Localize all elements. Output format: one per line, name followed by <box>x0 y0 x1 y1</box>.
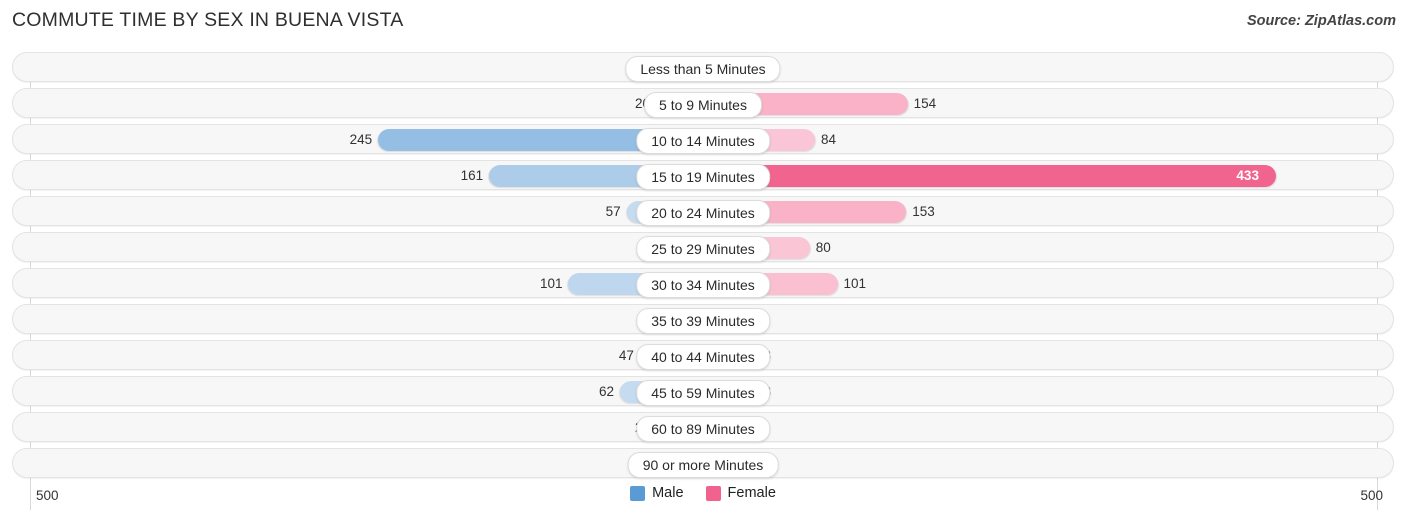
row-track: 20 154 5 to 9 Minutes <box>13 89 1393 118</box>
page-title: COMMUTE TIME BY SEX IN BUENA VISTA <box>12 9 404 31</box>
female-value: 153 <box>912 204 935 219</box>
row-track: 623345 to 59 Minutes <box>13 377 1393 406</box>
row-track: 08025 to 29 Minutes <box>13 233 1393 262</box>
table-row[interactable]: 0035 to 39 Minutes <box>12 304 1394 334</box>
row-track: 245 84 10 to 14 Minutes <box>13 125 1393 154</box>
source-attribution: Source: ZipAtlas.com <box>1246 13 1396 29</box>
category-label: Less than 5 Minutes <box>625 56 781 82</box>
row-track: 472340 to 44 Minutes <box>13 341 1393 370</box>
category-label: 25 to 29 Minutes <box>636 236 770 262</box>
male-value: 245 <box>349 132 373 147</box>
female-value: 101 <box>843 276 867 291</box>
table-row[interactable]: 245 84 10 to 14 Minutes <box>12 124 1394 154</box>
row-track: 57 153 20 to 24 Minutes <box>13 197 1393 226</box>
category-label: 40 to 44 Minutes <box>636 344 770 370</box>
legend-swatch-icon <box>630 485 646 501</box>
table-row[interactable]: 20 154 5 to 9 Minutes <box>12 88 1394 118</box>
female-value: 80 <box>815 240 831 255</box>
table-row[interactable]: 57 153 20 to 24 Minutes <box>12 196 1394 226</box>
table-row[interactable]: 101 101 30 to 34 Minutes <box>12 268 1394 298</box>
category-label: 20 to 24 Minutes <box>636 200 770 226</box>
category-label: 5 to 9 Minutes <box>644 92 762 118</box>
row-track: 101 101 30 to 34 Minutes <box>13 269 1393 298</box>
table-row[interactable]: 161 433 15 to 19 Minutes <box>12 160 1394 190</box>
male-value: 62 <box>599 384 615 399</box>
category-label: 30 to 34 Minutes <box>636 272 770 298</box>
legend-label: Female <box>727 485 776 501</box>
category-label: 35 to 39 Minutes <box>636 308 770 334</box>
table-row[interactable]: 00Less than 5 Minutes <box>12 52 1394 82</box>
table-row[interactable]: 472340 to 44 Minutes <box>12 340 1394 370</box>
row-track: 0090 or more Minutes <box>13 449 1393 478</box>
female-bar[interactable] <box>704 165 1277 187</box>
male-value: 57 <box>605 204 621 219</box>
male-value: 161 <box>460 168 484 183</box>
category-label: 90 or more Minutes <box>627 452 779 478</box>
table-row[interactable]: 21060 to 89 Minutes <box>12 412 1394 442</box>
row-track: 21060 to 89 Minutes <box>13 413 1393 442</box>
female-value: 84 <box>821 132 837 147</box>
table-row[interactable]: 0090 or more Minutes <box>12 448 1394 478</box>
legend-label: Male <box>652 485 684 501</box>
table-row[interactable]: 08025 to 29 Minutes <box>12 232 1394 262</box>
legend-swatch-icon <box>705 485 721 501</box>
table-row[interactable]: 623345 to 59 Minutes <box>12 376 1394 406</box>
category-label: 45 to 59 Minutes <box>636 380 770 406</box>
row-track: 0035 to 39 Minutes <box>13 305 1393 334</box>
legend-item-male[interactable]: Male <box>630 485 684 501</box>
female-value: 154 <box>913 96 937 111</box>
chart-plot-area: 00Less than 5 Minutes201545 to 9 Minutes… <box>0 52 1406 510</box>
row-track: 161 433 15 to 19 Minutes <box>13 161 1393 190</box>
male-value: 47 <box>618 348 634 363</box>
category-label: 15 to 19 Minutes <box>636 164 770 190</box>
commute-time-chart: COMMUTE TIME BY SEX IN BUENA VISTA Sourc… <box>0 0 1406 522</box>
chart-legend: Male Female <box>0 485 1406 501</box>
male-value: 101 <box>539 276 563 291</box>
female-value: 433 <box>1236 168 1259 183</box>
category-label: 60 to 89 Minutes <box>636 416 770 442</box>
category-label: 10 to 14 Minutes <box>636 128 770 154</box>
row-track: 00Less than 5 Minutes <box>13 53 1393 82</box>
legend-item-female[interactable]: Female <box>705 485 776 501</box>
